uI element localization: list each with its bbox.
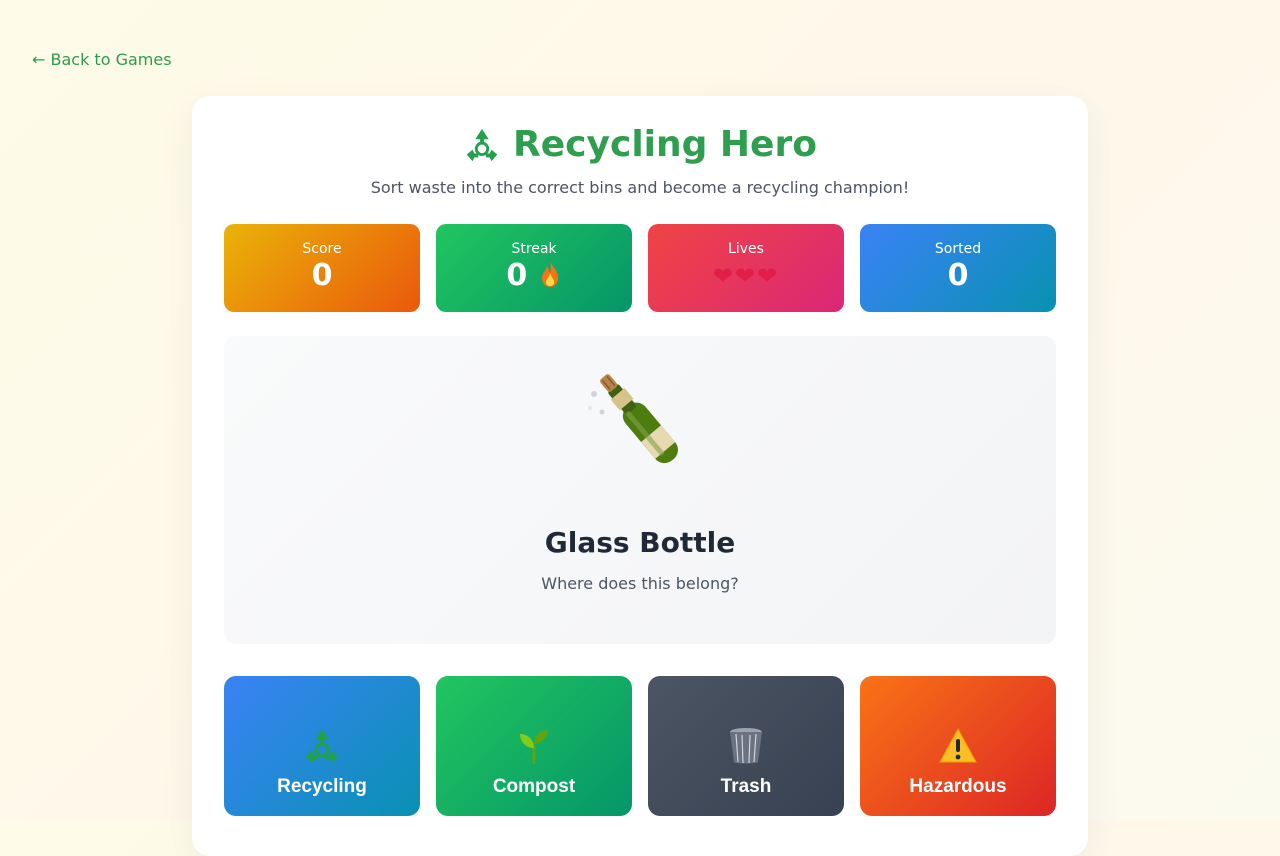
recycling-bin-button[interactable]: Recycling (224, 676, 420, 816)
score-card: Score 0 (224, 224, 420, 312)
lives-hearts: ❤❤❤ (712, 262, 780, 290)
trash-bin-label: Trash (720, 776, 772, 797)
compost-bin-label: Compost (492, 776, 576, 797)
item-name: Glass Bottle (544, 526, 736, 559)
score-label: Score (302, 241, 342, 257)
wastebasket-icon (730, 728, 762, 764)
hazardous-bin-button[interactable]: Hazardous (860, 676, 1056, 816)
recycle-icon (466, 128, 498, 161)
page-title: Recycling Hero (0, 124, 1280, 165)
warning-icon (939, 727, 977, 763)
hazardous-bin-label: Hazardous (909, 776, 1007, 797)
current-item-panel: Glass Bottle Where does this belong? (224, 336, 1056, 644)
streak-value: 0 (506, 258, 528, 293)
page-subtitle: Sort waste into the correct bins and bec… (370, 178, 910, 197)
compost-bin-button[interactable]: Compost (436, 676, 632, 816)
sorted-label: Sorted (934, 241, 982, 257)
score-value: 0 (311, 258, 333, 293)
champagne-bottle-icon[interactable] (574, 356, 706, 488)
trash-bin-button[interactable]: Trash (648, 676, 844, 816)
streak-card: Streak 0 (436, 224, 632, 312)
recycle-icon (306, 729, 338, 763)
lives-label: Lives (728, 241, 764, 257)
sorted-card: Sorted 0 (860, 224, 1056, 312)
streak-value-row: 0 (436, 259, 632, 293)
back-link-label: ← Back to Games (32, 50, 172, 69)
fire-icon (541, 261, 558, 287)
title-text: Recycling Hero (513, 124, 817, 165)
item-question: Where does this belong? (541, 574, 739, 593)
seedling-icon (520, 730, 548, 764)
back-to-games-link[interactable]: ← Back to Games (32, 50, 172, 69)
sorted-value: 0 (947, 258, 969, 293)
recycling-bin-label: Recycling (277, 776, 367, 797)
streak-label: Streak (511, 241, 557, 257)
lives-card: Lives ❤❤❤ (648, 224, 844, 312)
